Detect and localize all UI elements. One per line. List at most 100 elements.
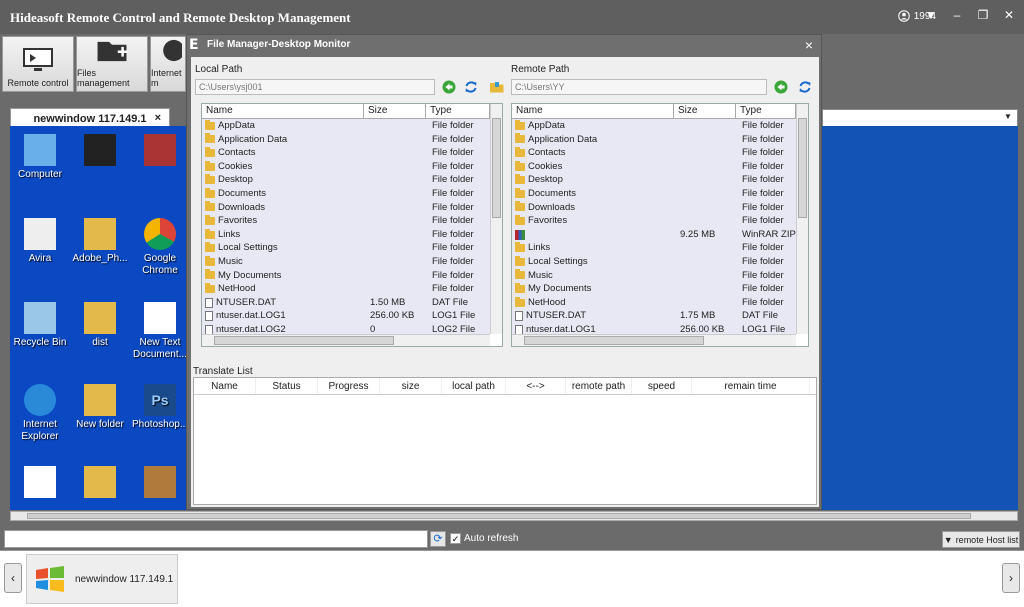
- scrollbar-thumb[interactable]: [27, 513, 971, 519]
- desktop-icon[interactable]: Avira: [12, 218, 68, 265]
- desktop-icon[interactable]: [132, 466, 188, 501]
- translate-column-header[interactable]: local path: [442, 378, 506, 394]
- translate-column-header[interactable]: remain time: [692, 378, 810, 394]
- desktop-icon[interactable]: New folder: [72, 384, 128, 431]
- desktop-horizontal-scrollbar[interactable]: [10, 511, 1018, 521]
- auto-refresh-check-icon[interactable]: ✓: [450, 533, 461, 544]
- scrollbar-thumb[interactable]: [492, 118, 501, 218]
- file-row[interactable]: Local Settings File folder: [202, 241, 490, 255]
- session-tab[interactable]: newwindow 117.149.1 ×: [10, 108, 170, 128]
- remote-desktop-view-right[interactable]: [822, 126, 1018, 510]
- host-search-input[interactable]: [4, 530, 428, 548]
- scroll-right-button[interactable]: ›: [1002, 563, 1020, 593]
- file-row[interactable]: Music File folder: [512, 269, 796, 283]
- translate-column-header[interactable]: size: [380, 378, 442, 394]
- local-refresh-icon[interactable]: [463, 79, 479, 95]
- remote-view-combo[interactable]: ▼: [822, 109, 1018, 127]
- desktop-icon[interactable]: [72, 466, 128, 501]
- column-header-type[interactable]: Type: [736, 104, 796, 118]
- file-row[interactable]: Downloads File folder: [202, 201, 490, 215]
- chevron-down-icon[interactable]: ▼: [1001, 112, 1015, 124]
- translate-list-table[interactable]: Name Status Progress size local path <--> remo…: [193, 377, 817, 505]
- vertical-scrollbar[interactable]: [490, 104, 502, 334]
- file-row[interactable]: ntuser.dat.LOG1 256.00 KB LOG1 File: [202, 309, 490, 323]
- desktop-icon[interactable]: dist: [72, 302, 128, 349]
- desktop-icon[interactable]: Google Chrome: [132, 218, 188, 277]
- file-row[interactable]: My Documents File folder: [512, 282, 796, 296]
- horizontal-scrollbar[interactable]: [202, 334, 490, 346]
- files-management-button[interactable]: Files management: [76, 36, 148, 92]
- close-button[interactable]: ✕: [1002, 8, 1016, 22]
- scrollbar-thumb[interactable]: [214, 336, 394, 345]
- file-row[interactable]: Cookies File folder: [512, 160, 796, 174]
- local-path-input[interactable]: C:\Users\ysj001: [195, 79, 435, 95]
- file-row[interactable]: NTUSER.DAT 1.75 MB DAT File: [512, 309, 796, 323]
- minimize-button[interactable]: –: [950, 8, 964, 22]
- remote-control-button[interactable]: Remote control: [2, 36, 74, 92]
- local-back-icon[interactable]: [441, 79, 457, 95]
- restore-button[interactable]: ❐: [976, 8, 990, 22]
- file-row[interactable]: Downloads File folder: [512, 201, 796, 215]
- file-row[interactable]: Contacts File folder: [202, 146, 490, 160]
- file-row[interactable]: Music File folder: [202, 255, 490, 269]
- desktop-icon[interactable]: [132, 134, 188, 169]
- desktop-icon[interactable]: Adobe_Ph...: [72, 218, 128, 265]
- open-folder-icon[interactable]: [489, 79, 505, 95]
- file-row[interactable]: Links File folder: [202, 228, 490, 242]
- translate-column-header[interactable]: speed: [632, 378, 692, 394]
- desktop-icon[interactable]: New Text Document...: [132, 302, 188, 361]
- file-row[interactable]: ntuser.dat.LOG2 0 LOG2 File: [202, 323, 490, 334]
- translate-column-header[interactable]: Status: [256, 378, 318, 394]
- remote-path-input[interactable]: C:\Users\YY: [511, 79, 767, 95]
- file-row[interactable]: NetHood File folder: [512, 296, 796, 310]
- file-row[interactable]: ntuser.dat.LOG1 256.00 KB LOG1 File: [512, 323, 796, 334]
- column-header-name[interactable]: Name: [202, 104, 364, 118]
- column-header-type[interactable]: Type: [426, 104, 490, 118]
- translate-column-header[interactable]: Name: [194, 378, 256, 394]
- internet-button[interactable]: Internet m: [150, 36, 186, 92]
- scrollbar-thumb[interactable]: [524, 336, 704, 345]
- remote-refresh-icon[interactable]: [797, 79, 813, 95]
- file-row[interactable]: AppData File folder: [202, 119, 490, 133]
- file-row[interactable]: NTUSER.DAT 1.50 MB DAT File: [202, 296, 490, 310]
- remote-desktop-view[interactable]: Computer Avira Adobe_Ph... Google Chrome Rec…: [10, 126, 188, 510]
- local-file-list[interactable]: Name Size Type AppData File folder Applicatio…: [201, 103, 503, 347]
- session-tab-close-icon[interactable]: ×: [155, 112, 161, 124]
- file-row[interactable]: Documents File folder: [512, 187, 796, 201]
- file-row[interactable]: Contacts File folder: [512, 146, 796, 160]
- horizontal-scrollbar[interactable]: [512, 334, 796, 346]
- desktop-icon[interactable]: Recycle Bin: [12, 302, 68, 349]
- file-row[interactable]: 9.25 MB WinRAR ZIP: [512, 228, 796, 242]
- remote-host-list-button[interactable]: ▼ remote Host list: [942, 531, 1020, 548]
- dialog-close-icon[interactable]: ×: [801, 37, 817, 53]
- translate-column-header[interactable]: <-->: [506, 378, 566, 394]
- scroll-left-button[interactable]: ‹: [4, 563, 22, 593]
- auto-refresh-checkbox[interactable]: ✓ Auto refresh: [450, 533, 518, 544]
- file-row[interactable]: Application Data File folder: [202, 133, 490, 147]
- vertical-scrollbar[interactable]: [796, 104, 808, 334]
- file-row[interactable]: Application Data File folder: [512, 133, 796, 147]
- desktop-icon[interactable]: Ps Photoshop...: [132, 384, 188, 431]
- file-row[interactable]: Local Settings File folder: [512, 255, 796, 269]
- file-row[interactable]: AppData File folder: [512, 119, 796, 133]
- file-row[interactable]: NetHood File folder: [202, 282, 490, 296]
- file-row[interactable]: Favorites File folder: [512, 214, 796, 228]
- file-row[interactable]: Documents File folder: [202, 187, 490, 201]
- host-item[interactable]: newwindow 117.149.1: [26, 554, 178, 604]
- remote-back-icon[interactable]: [773, 79, 789, 95]
- file-row[interactable]: Desktop File folder: [512, 173, 796, 187]
- dropdown-icon[interactable]: ▼: [924, 8, 938, 22]
- desktop-icon[interactable]: Computer: [12, 134, 68, 181]
- file-row[interactable]: My Documents File folder: [202, 269, 490, 283]
- file-row[interactable]: Cookies File folder: [202, 160, 490, 174]
- translate-column-header[interactable]: remote path: [566, 378, 632, 394]
- column-header-size[interactable]: Size: [364, 104, 426, 118]
- file-row[interactable]: Favorites File folder: [202, 214, 490, 228]
- scrollbar-thumb[interactable]: [798, 118, 807, 218]
- desktop-icon[interactable]: [72, 134, 128, 169]
- column-header-size[interactable]: Size: [674, 104, 736, 118]
- refresh-icon[interactable]: ⟳: [430, 531, 446, 547]
- translate-column-header[interactable]: Progress: [318, 378, 380, 394]
- file-row[interactable]: Desktop File folder: [202, 173, 490, 187]
- column-header-name[interactable]: Name: [512, 104, 674, 118]
